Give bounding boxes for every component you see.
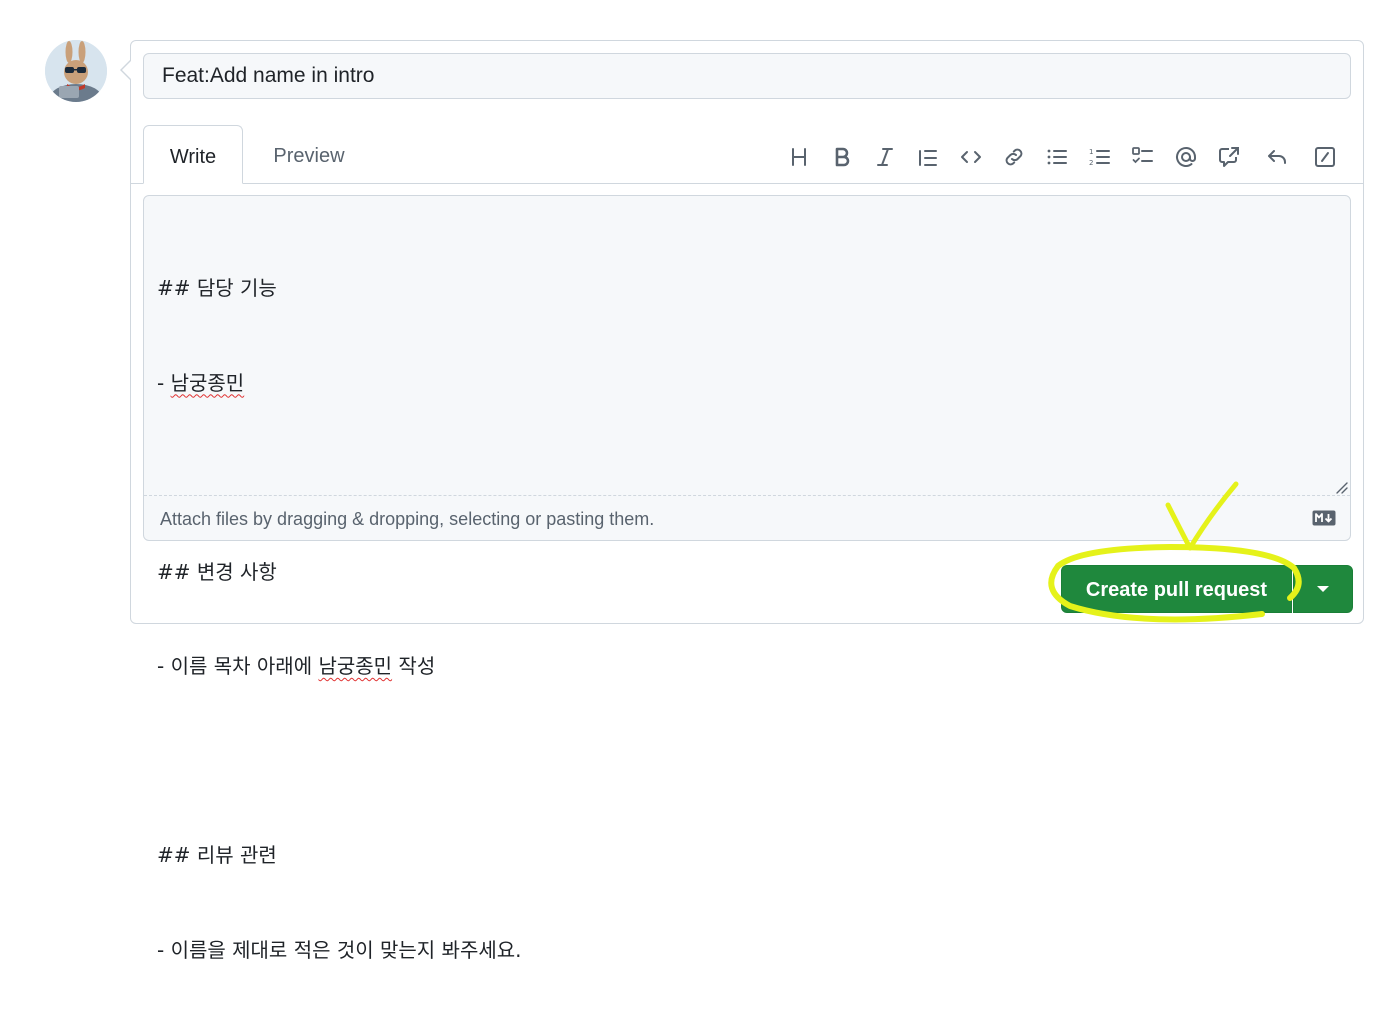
slash-commands-icon[interactable] — [1309, 141, 1341, 173]
svg-text:1: 1 — [1089, 148, 1093, 156]
pull-request-form: Feat:Add name in intro Write Preview 12 — [130, 40, 1364, 962]
saved-reply-icon[interactable] — [1261, 141, 1293, 173]
attach-files-hint: Attach files by dragging & dropping, sel… — [160, 509, 655, 529]
comment-pointer-fill — [122, 61, 131, 79]
body-line: ## 담당 기능 — [157, 276, 277, 300]
code-icon[interactable] — [955, 141, 987, 173]
unordered-list-icon[interactable] — [1041, 141, 1073, 173]
body-line: - 이름을 제대로 적은 것이 맞는지 봐주세요. — [157, 937, 522, 962]
user-avatar[interactable] — [45, 40, 107, 102]
caret-down-icon — [1317, 586, 1329, 592]
ordered-list-icon[interactable]: 12 — [1084, 141, 1116, 173]
italic-icon[interactable] — [869, 141, 901, 173]
markdown-icon[interactable] — [1312, 510, 1336, 526]
body-line-empty — [157, 462, 1327, 494]
heading-icon[interactable] — [783, 141, 815, 173]
task-list-icon[interactable] — [1127, 141, 1159, 173]
body-line: ## 리뷰 관련 — [157, 843, 277, 867]
pr-body-editor[interactable]: ## 담당 기능 - 남궁종민 ## 변경 사항 - 이름 목차 아래에 남궁종… — [143, 195, 1351, 962]
attach-files-bar[interactable]: Attach files by dragging & dropping, sel… — [144, 495, 1350, 541]
tab-write[interactable]: Write — [143, 125, 243, 184]
resize-handle-icon[interactable] — [1334, 480, 1348, 494]
quote-icon[interactable] — [912, 141, 944, 173]
body-line: - 이름 목차 아래에 남궁종민 작성 — [157, 654, 436, 678]
pr-title-input[interactable]: Feat:Add name in intro — [143, 53, 1351, 99]
cross-reference-icon[interactable] — [1213, 141, 1245, 173]
svg-text:2: 2 — [1089, 159, 1093, 167]
create-pull-request-button[interactable]: Create pull request — [1061, 565, 1292, 613]
bold-icon[interactable] — [826, 141, 858, 173]
body-line: - 남궁종민 — [157, 370, 245, 395]
mention-icon[interactable] — [1170, 141, 1202, 173]
tab-preview[interactable]: Preview — [257, 125, 361, 183]
body-line-empty — [157, 746, 1327, 778]
pr-body-textarea[interactable]: ## 담당 기능 - 남궁종민 ## 변경 사항 - 이름 목차 아래에 남궁종… — [157, 210, 1327, 962]
spellcheck-word: 남궁종민 — [318, 654, 393, 678]
create-pr-options-button[interactable] — [1293, 565, 1353, 613]
spellcheck-word: 남궁종민 — [170, 370, 245, 395]
link-icon[interactable] — [998, 141, 1030, 173]
